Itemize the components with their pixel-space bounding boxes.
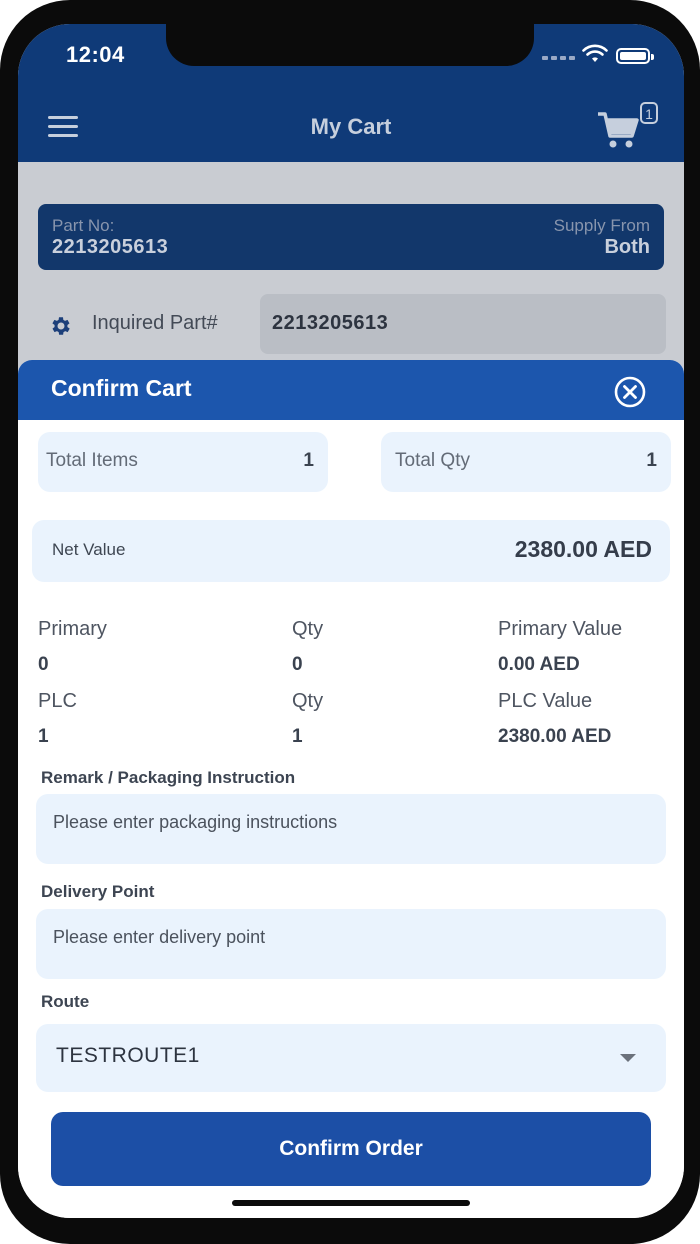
plc-value: 2380.00 AED — [498, 726, 612, 747]
plc-value-label: PLC Value — [498, 690, 593, 712]
home-indicator — [232, 1200, 470, 1206]
page-title: My Cart — [310, 114, 392, 139]
cart-count-badge: 1 — [640, 102, 658, 124]
route-selected-value: TESTROUTE1 — [56, 1044, 200, 1067]
chevron-down-icon — [620, 1054, 636, 1062]
confirm-order-button[interactable]: Confirm Order — [51, 1112, 651, 1186]
status-time: 12:04 — [66, 42, 125, 67]
battery-icon — [616, 48, 654, 64]
route-label: Route — [41, 992, 90, 1011]
status-bar: 12:04 — [18, 24, 684, 94]
primary-count: 0 — [38, 654, 49, 675]
primary-qty: 0 — [292, 654, 303, 675]
net-value-amount: 2380.00 AED — [514, 536, 652, 562]
wifi-icon — [582, 44, 608, 62]
total-items-card: Total Items 1 — [38, 432, 328, 492]
net-value-card: Net Value 2380.00 AED — [32, 520, 670, 582]
plc-count: 1 — [38, 726, 49, 747]
plc-qty-label: Qty — [292, 690, 324, 712]
supply-from-value: Both — [604, 236, 650, 258]
total-items-value: 1 — [303, 450, 314, 471]
signal-icon — [542, 56, 578, 62]
remark-label: Remark / Packaging Instruction — [41, 768, 296, 787]
remark-input[interactable]: Please enter packaging instructions — [36, 794, 666, 864]
gear-icon — [52, 317, 70, 335]
net-value-label: Net Value — [52, 540, 126, 559]
total-items-label: Total Items — [46, 450, 138, 471]
close-icon[interactable] — [614, 376, 646, 408]
delivery-point-input[interactable]: Please enter delivery point — [36, 909, 666, 979]
notch — [166, 24, 534, 66]
supply-from-label: Supply From — [553, 216, 650, 235]
primary-value-label: Primary Value — [498, 618, 623, 640]
delivery-point-label: Delivery Point — [41, 882, 155, 901]
inquired-part-label: Inquired Part# — [92, 312, 218, 334]
plc-qty: 1 — [292, 726, 303, 747]
route-select[interactable]: TESTROUTE1 — [36, 1024, 666, 1092]
phone-screen: 12:04 My Cart 1 Part No: 2213205613 Supp… — [18, 24, 684, 1218]
delivery-point-placeholder: Please enter delivery point — [53, 927, 266, 947]
sheet-header: Confirm Cart — [18, 360, 684, 420]
inquired-part-field[interactable]: 2213205613 — [260, 294, 666, 354]
cart-icon[interactable] — [596, 110, 640, 150]
primary-qty-label: Qty — [292, 618, 324, 640]
total-qty-value: 1 — [646, 450, 657, 471]
part-no-value: 2213205613 — [52, 236, 169, 258]
remark-placeholder: Please enter packaging instructions — [53, 812, 338, 832]
app-bar: My Cart 1 — [18, 94, 684, 162]
part-no-label: Part No: — [52, 216, 115, 235]
total-qty-label: Total Qty — [395, 450, 470, 471]
confirm-cart-sheet: Confirm Cart Total Items 1 Total Qty 1 N… — [18, 360, 684, 1218]
total-qty-card: Total Qty 1 — [381, 432, 671, 492]
primary-value: 0.00 AED — [498, 654, 580, 675]
plc-label: PLC — [38, 690, 77, 712]
inquired-part-value: 2213205613 — [272, 312, 389, 334]
primary-label: Primary — [38, 618, 107, 640]
sheet-title: Confirm Cart — [51, 375, 192, 401]
part-card: Part No: 2213205613 Supply From Both — [38, 204, 664, 270]
